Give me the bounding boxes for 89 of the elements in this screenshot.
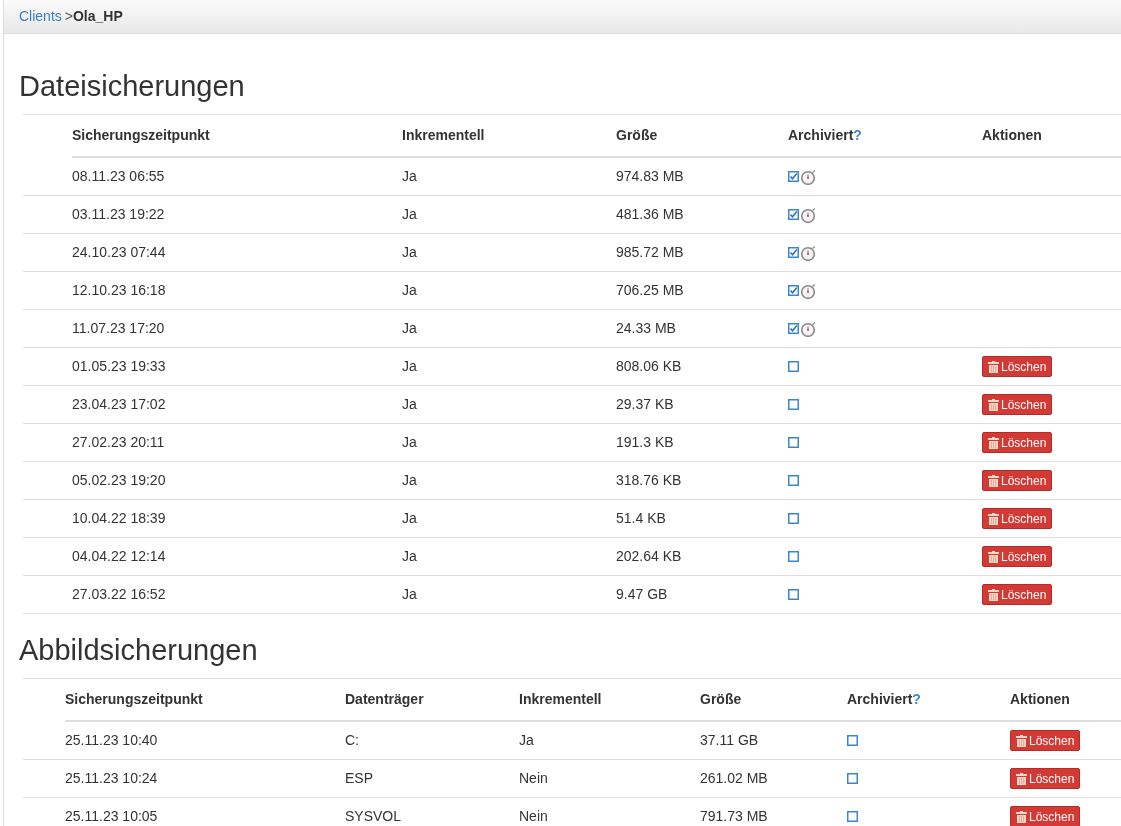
delete-button[interactable]: Löschen [1010,768,1081,789]
table-cell: 706.25 MB [616,282,684,298]
column-header: Archiviert? [788,127,862,143]
table-cell: 318.76 KB [616,472,682,488]
table-cell: 191.3 KB [616,434,674,450]
table-cell: 974.83 MB [616,168,684,184]
table-cell: 25.11.23 10:24 [65,770,158,786]
table-cell: 37.11 GB [700,732,759,748]
stopwatch-icon [800,244,817,261]
table-cell: 25.11.23 10:40 [65,732,158,748]
column-header: Sicherungszeitpunkt [65,691,203,707]
column-header: Datenträger [345,691,424,707]
table-cell: Ja [402,320,417,336]
column-header: Aktionen [1010,691,1070,707]
stopwatch-icon [800,320,817,337]
table-cell: 10.04.22 18:39 [72,510,166,526]
column-header: Archiviert? [847,691,921,707]
table-cell: Ja [519,732,534,748]
trash-icon [988,474,999,487]
table-cell: Ja [402,510,417,526]
column-header: Aktionen [982,127,1042,143]
table-cell: Ja [402,244,417,260]
table-cell: ESP [345,770,373,786]
table-cell: 808.06 KB [616,358,682,374]
table-cell: 29.37 KB [616,396,674,412]
breadcrumb-link[interactable]: Clients [19,6,62,27]
table-cell: Nein [519,808,548,824]
table-cell: Ja [402,168,417,184]
table-cell: 9.47 GB [616,586,668,602]
table-cell: Ja [402,282,417,298]
delete-button[interactable]: Löschen [1010,730,1081,751]
table-cell: Ja [402,586,417,602]
table-cell: 01.05.23 19:33 [72,358,166,374]
table-cell: 481.36 MB [616,206,684,222]
trash-icon [988,512,999,525]
table-cell: Ja [402,434,417,450]
breadcrumb-current: Ola_HP [73,7,123,26]
delete-button[interactable]: Löschen [1010,806,1081,826]
table-cell: 985.72 MB [616,244,684,260]
column-header: Größe [700,691,742,707]
delete-button[interactable]: Löschen [982,432,1053,453]
table-cell: 24.10.23 07:44 [72,244,166,260]
table-cell: Ja [402,472,417,488]
column-header: Inkrementell [402,127,485,143]
table-cell: Ja [402,206,417,222]
delete-button[interactable]: Löschen [982,508,1053,529]
table-cell: C: [345,732,359,748]
stopwatch-icon [800,282,817,299]
table-cell: Ja [402,358,417,374]
trash-icon [1016,810,1027,823]
table-cell: 261.02 MB [700,770,768,786]
table-cell: 04.04.22 12:14 [72,548,166,564]
delete-button[interactable]: Löschen [982,584,1053,605]
column-header: Größe [616,127,658,143]
trash-icon [1016,734,1027,747]
column-header: Sicherungszeitpunkt [72,127,210,143]
table-cell: 27.02.23 20:11 [72,434,165,450]
table-cell: Nein [519,770,548,786]
table-cell: 24.33 MB [616,320,676,336]
table-cell: 202.64 KB [616,548,682,564]
table-cell: 05.02.23 19:20 [72,472,166,488]
trash-icon [988,360,999,373]
column-header: Inkrementell [519,691,602,707]
table-cell: 51.4 KB [616,510,666,526]
table-cell: SYSVOL [345,808,402,824]
table-cell: 791.73 MB [700,808,768,824]
table-cell: 03.11.23 19:22 [72,206,165,222]
delete-button[interactable]: Löschen [982,356,1053,377]
breadcrumb-separator: > [64,7,73,26]
table-cell: 11.07.23 17:20 [72,320,165,336]
trash-icon [988,398,999,411]
table-cell: 08.11.23 06:55 [72,168,165,184]
table-cell: Ja [402,548,417,564]
trash-icon [988,588,999,601]
delete-button[interactable]: Löschen [982,394,1053,415]
section-heading: Dateisicherungen [19,69,246,104]
table-cell: 27.03.22 16:52 [72,586,166,602]
trash-icon [1016,772,1027,785]
delete-button[interactable]: Löschen [982,546,1053,567]
table-cell: 12.10.23 16:18 [72,282,166,298]
table-cell: Ja [402,396,417,412]
trash-icon [988,436,999,449]
delete-button[interactable]: Löschen [982,470,1053,491]
section-heading: Abbildsicherungen [19,633,259,668]
trash-icon [988,550,999,563]
stopwatch-icon [800,206,817,223]
table-cell: 23.04.23 17:02 [72,396,166,412]
table-cell: 25.11.23 10:05 [65,808,158,824]
stopwatch-icon [800,168,817,185]
